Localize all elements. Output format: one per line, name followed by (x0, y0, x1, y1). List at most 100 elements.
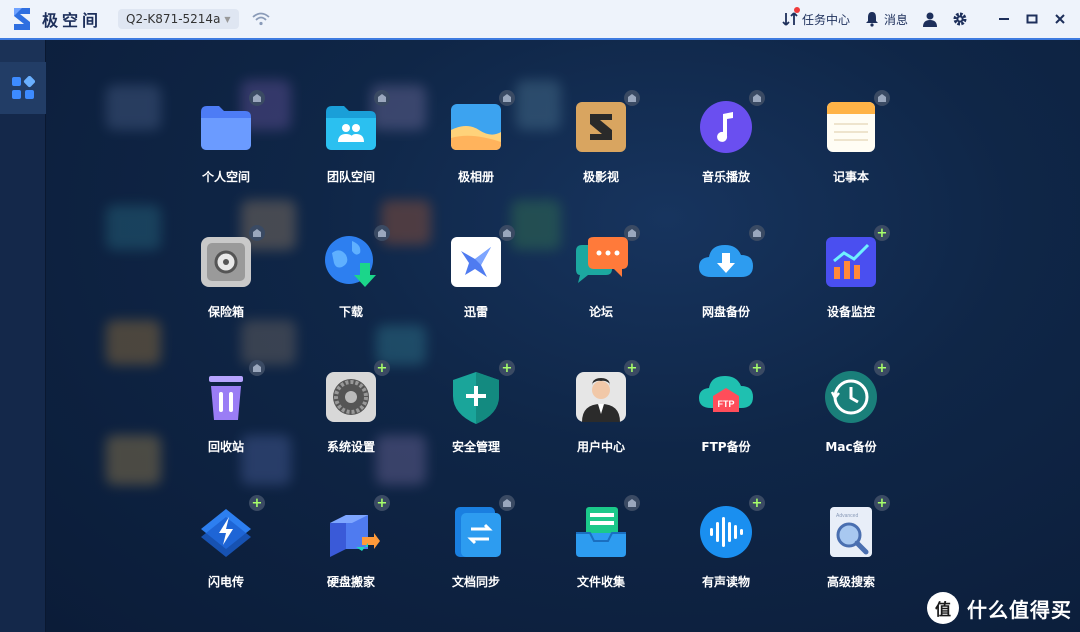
audiobook-icon: + (697, 495, 765, 561)
user-button[interactable] (922, 11, 938, 27)
installed-badge-icon (499, 90, 515, 106)
background-blur (106, 85, 161, 130)
desktop-area: 个人空间 团队空间 极相册 极影视 音乐播放 记事本 保险箱 下载 迅雷 论坛 … (46, 40, 1080, 632)
add-badge-icon[interactable]: + (874, 495, 890, 511)
app-video[interactable]: 极影视 (551, 90, 651, 208)
messages-button[interactable]: 消息 (864, 11, 908, 28)
app-user-center[interactable]: + 用户中心 (551, 360, 651, 478)
app-recycle-bin[interactable]: 回收站 (176, 360, 276, 478)
close-button[interactable] (1052, 11, 1068, 27)
add-badge-icon[interactable]: + (874, 360, 890, 376)
apps-grid-icon (12, 76, 35, 99)
app-personal-space[interactable]: 个人空间 (176, 90, 276, 208)
add-badge-icon[interactable]: + (749, 360, 765, 376)
maximize-icon (1026, 14, 1038, 24)
installed-badge-icon (374, 90, 390, 106)
device-selector[interactable]: Q2-K871-5214a ▼ (118, 9, 239, 29)
app-team-space[interactable]: 团队空间 (301, 90, 401, 208)
installed-badge-icon (374, 225, 390, 241)
maximize-button[interactable] (1024, 11, 1040, 27)
app-audiobook[interactable]: + 有声读物 (676, 495, 776, 613)
forum-icon (572, 225, 640, 291)
app-name: 极空间 (42, 11, 103, 30)
app-security[interactable]: + 安全管理 (426, 360, 526, 478)
user-center-icon: + (572, 360, 640, 426)
ftp-icon-text: FTP (718, 399, 735, 409)
safe-icon (197, 225, 265, 291)
watermark-text: 什么值得买 (967, 597, 1072, 622)
watermark: 值 什么值得买 (927, 592, 1072, 624)
background-blur (106, 205, 161, 250)
advanced-icon-text: Advanced (836, 513, 858, 519)
installed-badge-icon (499, 225, 515, 241)
app-label: 有声读物 (701, 575, 750, 589)
team-folder-icon (322, 90, 390, 156)
music-icon (697, 90, 765, 156)
app-mac-backup[interactable]: + Mac备份 (801, 360, 901, 478)
sidebar-item-apps[interactable] (0, 62, 46, 114)
watermark-logo: 值 (927, 592, 959, 624)
app-file-collect[interactable]: 文件收集 (551, 495, 651, 613)
app-label: 极相册 (457, 170, 494, 184)
disk-move-icon: + (322, 495, 390, 561)
app-label: 高级搜索 (826, 575, 875, 589)
app-notepad[interactable]: 记事本 (801, 90, 901, 208)
add-badge-icon[interactable]: + (374, 360, 390, 376)
advanced-search-icon: Advanced + (822, 495, 890, 561)
cloud-download-icon (697, 225, 765, 291)
add-badge-icon[interactable]: + (499, 360, 515, 376)
app-doc-sync[interactable]: 文档同步 (426, 495, 526, 613)
app-label: 回收站 (207, 440, 244, 454)
add-badge-icon[interactable]: + (749, 495, 765, 511)
app-ftp-backup[interactable]: FTP + FTP备份 (676, 360, 776, 478)
device-name: Q2-K871-5214a (126, 12, 221, 26)
app-xunlei[interactable]: 迅雷 (426, 225, 526, 343)
doc-sync-icon (447, 495, 515, 561)
app-label: 论坛 (588, 305, 613, 319)
installed-badge-icon (624, 90, 640, 106)
app-forum[interactable]: 论坛 (551, 225, 651, 343)
app-label: 网盘备份 (701, 305, 750, 319)
app-label: 记事本 (832, 170, 869, 184)
app-logo: 极空间 (10, 6, 102, 32)
add-badge-icon[interactable]: + (374, 495, 390, 511)
user-icon (923, 12, 937, 27)
messages-label: 消息 (883, 12, 908, 27)
minimize-icon (999, 18, 1009, 20)
app-label: 个人空间 (201, 170, 250, 184)
app-device-monitor[interactable]: + 设备监控 (801, 225, 901, 343)
app-download[interactable]: 下载 (301, 225, 401, 343)
app-cloud-backup[interactable]: 网盘备份 (676, 225, 776, 343)
download-globe-icon (322, 225, 390, 291)
app-photo-album[interactable]: 极相册 (426, 90, 526, 208)
monitor-chart-icon: + (822, 225, 890, 291)
add-badge-icon[interactable]: + (249, 495, 265, 511)
app-label: 文档同步 (451, 575, 500, 589)
app-safe[interactable]: 保险箱 (176, 225, 276, 343)
minimize-button[interactable] (996, 11, 1012, 27)
app-label: 硬盘搬家 (326, 575, 375, 589)
app-label: 保险箱 (207, 305, 244, 319)
app-system-settings[interactable]: + 系统设置 (301, 360, 401, 478)
installed-badge-icon (749, 225, 765, 241)
add-badge-icon[interactable]: + (874, 225, 890, 241)
title-bar: 极空间 Q2-K871-5214a ▼ 任务中心 消息 (0, 0, 1080, 40)
app-music[interactable]: 音乐播放 (676, 90, 776, 208)
app-label: 系统设置 (326, 440, 375, 454)
app-advanced-search[interactable]: Advanced + 高级搜索 (801, 495, 901, 613)
app-label: 安全管理 (451, 440, 500, 454)
photo-album-icon (447, 90, 515, 156)
wifi-icon (251, 12, 270, 26)
app-lightning-transfer[interactable]: + 闪电传 (176, 495, 276, 613)
app-disk-move[interactable]: + 硬盘搬家 (301, 495, 401, 613)
settings-button[interactable] (952, 11, 968, 27)
app-label: Mac备份 (825, 440, 877, 454)
add-badge-icon[interactable]: + (624, 360, 640, 376)
trash-icon (197, 360, 265, 426)
time-machine-icon: + (822, 360, 890, 426)
folder-icon (197, 90, 265, 156)
app-label: 文件收集 (576, 575, 625, 589)
app-label: 设备监控 (826, 305, 875, 319)
lightning-icon: + (197, 495, 265, 561)
task-center-button[interactable]: 任务中心 (782, 6, 850, 28)
